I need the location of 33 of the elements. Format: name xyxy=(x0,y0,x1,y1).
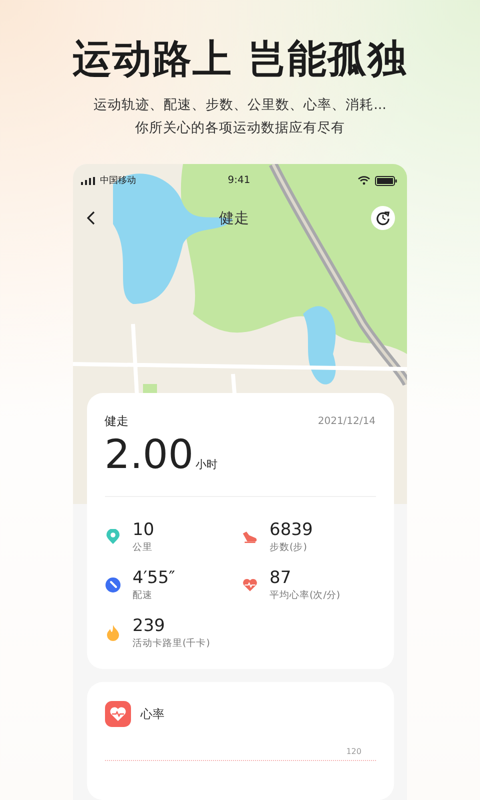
flame-icon xyxy=(104,625,120,641)
status-time: 9:41 xyxy=(228,175,250,186)
battery-icon xyxy=(375,176,397,186)
stat-label: 活动卡路里(千卡) xyxy=(132,637,210,651)
subtitle-line: 运动轨迹、配速、步数、公里数、心率、消耗... xyxy=(94,96,386,115)
location-pin-icon xyxy=(104,529,120,545)
wifi-icon xyxy=(358,176,370,185)
subtitle-line: 你所关心的各项运动数据应有尽有 xyxy=(135,119,345,138)
stat-value: 4′55″ xyxy=(132,567,176,589)
duration-unit: 小时 xyxy=(196,457,218,472)
back-button[interactable] xyxy=(85,209,97,227)
activity-date: 2021/12/14 xyxy=(318,416,376,427)
heart-pulse-icon xyxy=(242,577,258,593)
stat-value: 239 xyxy=(132,615,166,637)
stat-value: 6839 xyxy=(270,519,313,541)
heart-rate-title: 心率 xyxy=(140,706,164,722)
heart-rate-icon xyxy=(104,701,130,727)
signal-icon xyxy=(81,176,95,184)
axis-label: 120 xyxy=(345,747,362,756)
activity-name: 健走 xyxy=(104,413,128,430)
stat-label: 平均心率(次/分) xyxy=(270,589,340,603)
stat-label: 公里 xyxy=(132,541,154,555)
back-icon xyxy=(87,211,95,225)
carrier-name: 中国移动 xyxy=(100,174,136,187)
headline: 运动路上 岂能孤独 xyxy=(72,36,408,84)
shoe-icon xyxy=(242,529,258,545)
page-title: 健走 xyxy=(219,208,249,228)
stat-value: 10 xyxy=(132,519,154,541)
stat-value: 87 xyxy=(270,567,292,589)
duration-value: 2.00 xyxy=(104,432,194,478)
stat-label: 配速 xyxy=(132,589,154,603)
refresh-icon xyxy=(375,210,391,226)
stat-label: 步数(步) xyxy=(270,541,308,555)
